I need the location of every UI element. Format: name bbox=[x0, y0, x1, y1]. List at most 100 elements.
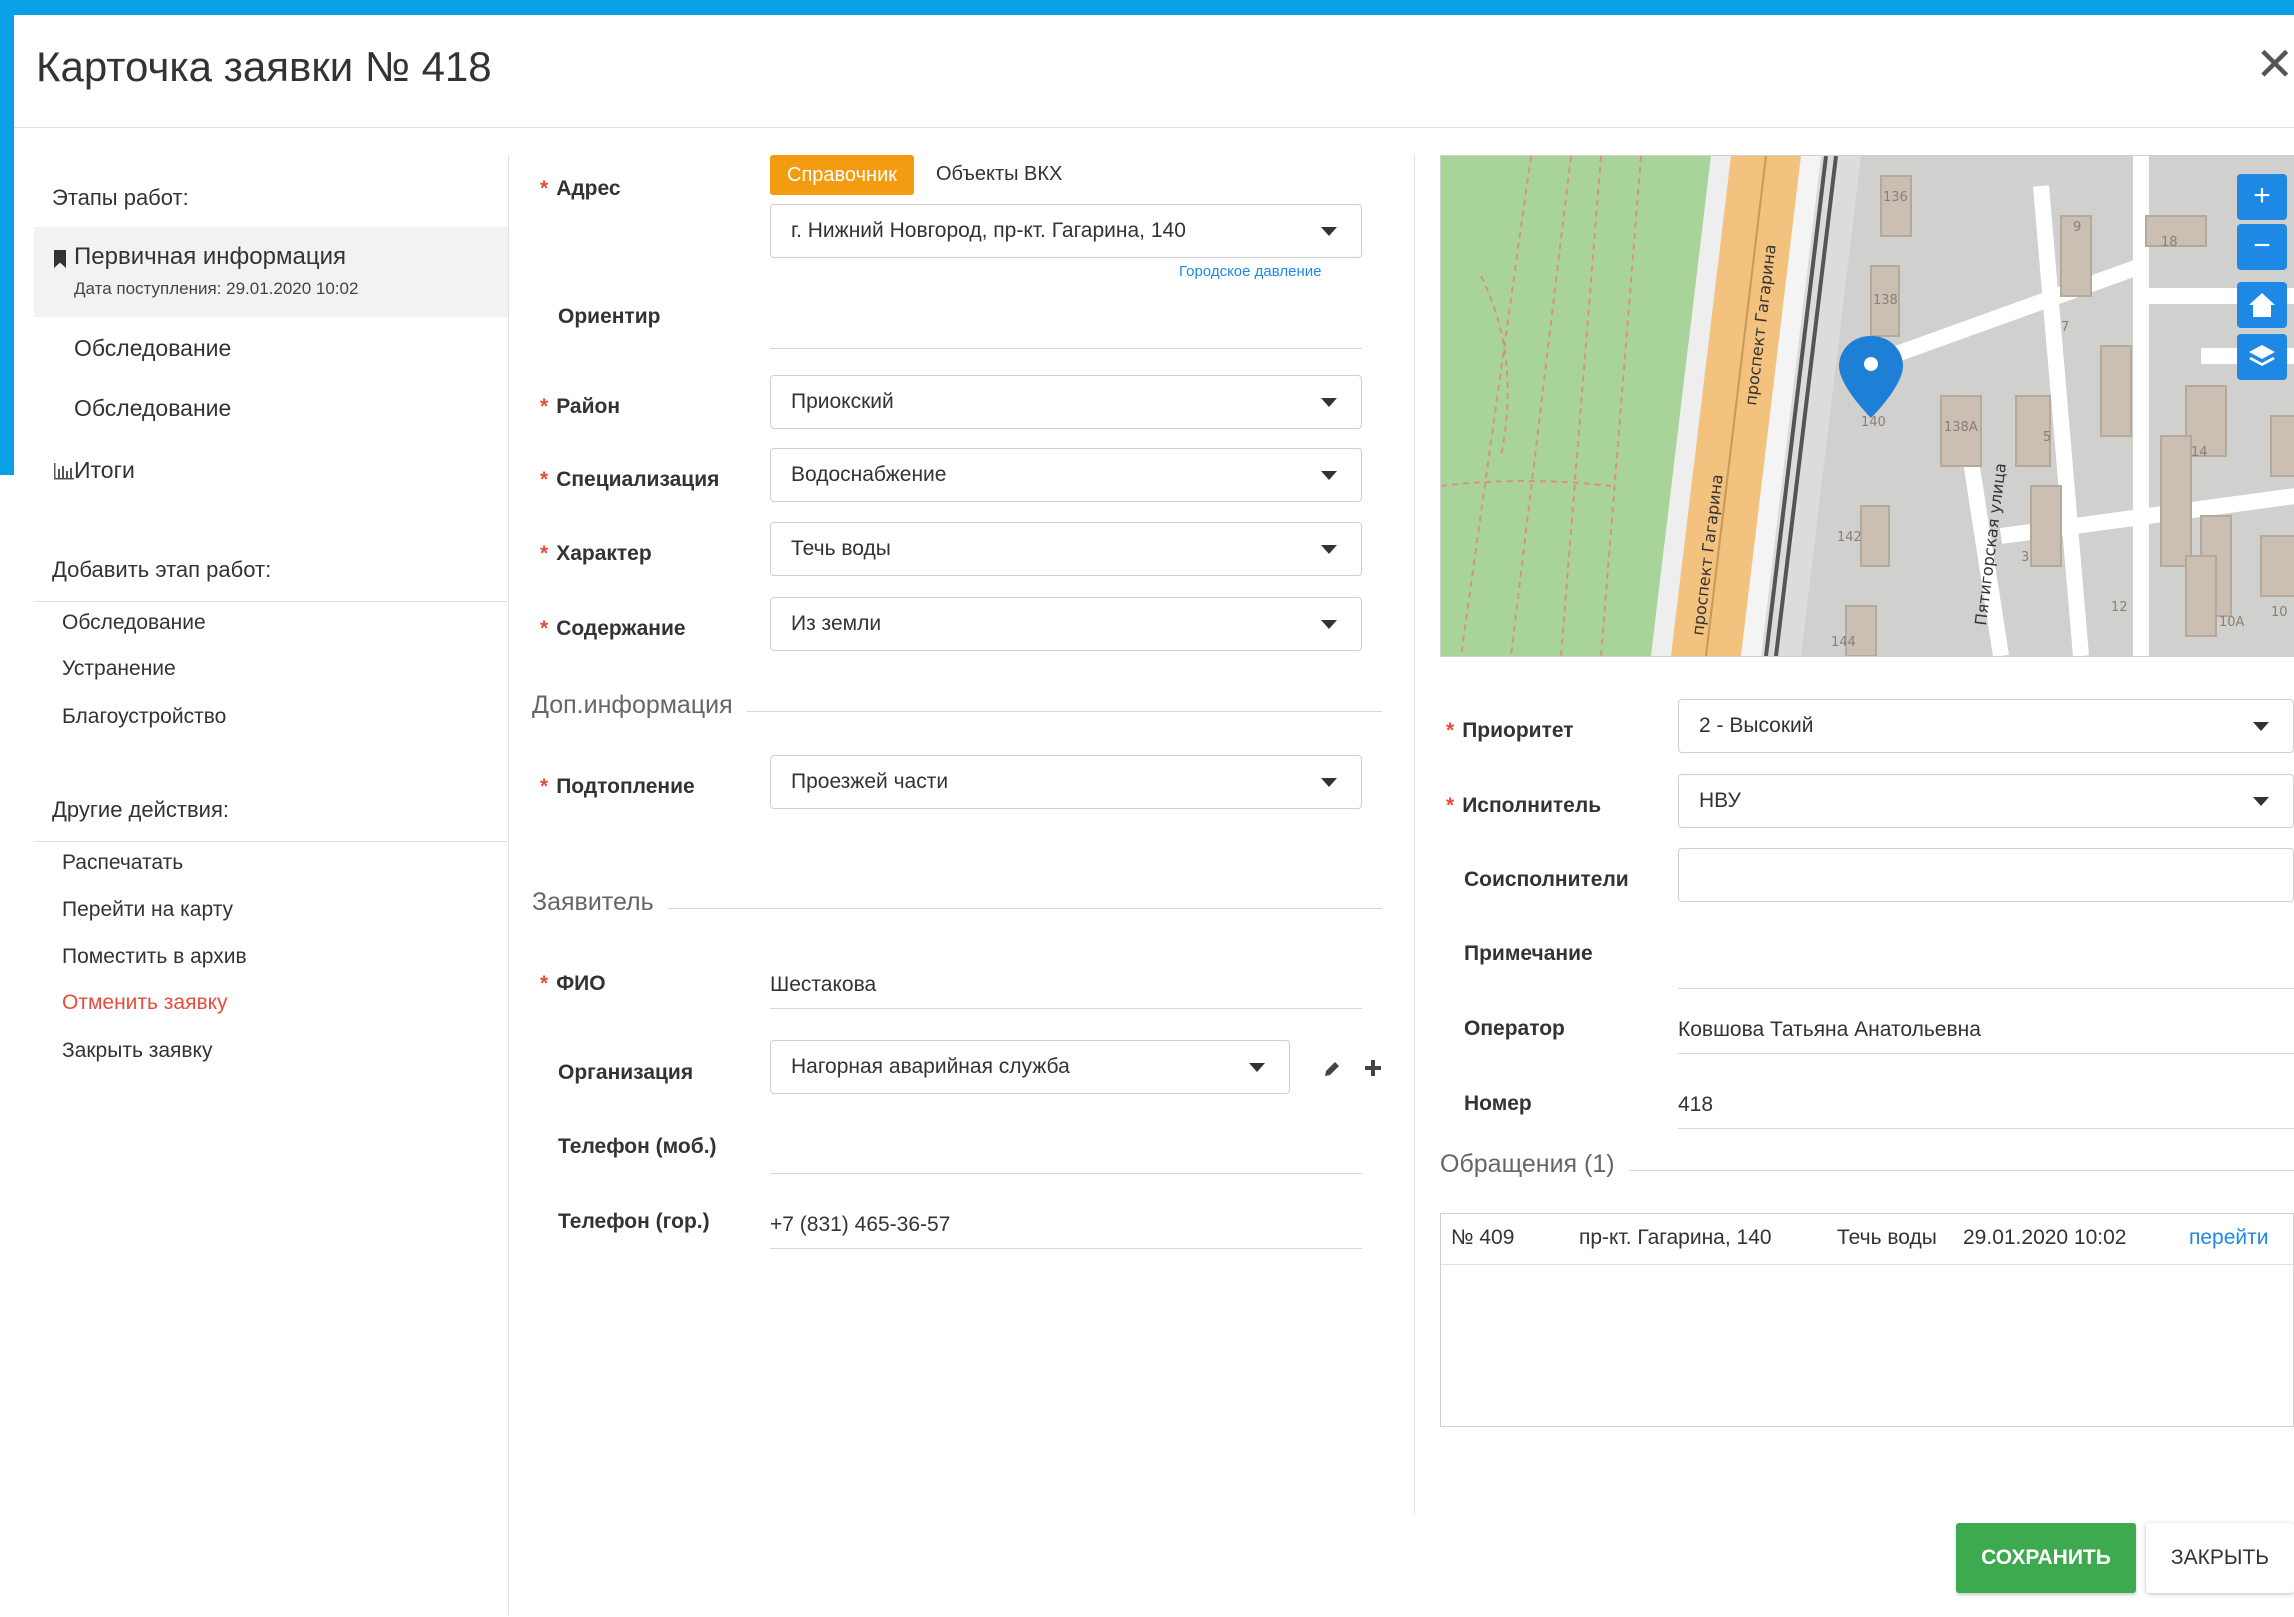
organization-select[interactable]: Нагорная аварийная служба bbox=[770, 1040, 1290, 1094]
appeals-list: № 409 пр-кт. Гагарина, 140 Течь воды 29.… bbox=[1440, 1213, 2294, 1427]
district-label: * Район bbox=[540, 395, 621, 418]
specialization-select[interactable]: Водоснабжение bbox=[770, 448, 1362, 502]
zoom-in-button[interactable]: + bbox=[2237, 174, 2287, 220]
fio-label: * ФИО bbox=[540, 972, 606, 995]
cancel-request-link[interactable]: Отменить заявку bbox=[62, 991, 228, 1015]
appeal-date: 29.01.2020 10:02 bbox=[1963, 1226, 2127, 1249]
house-label: 140 bbox=[1861, 415, 1886, 430]
add-stage-title: Добавить этап работ: bbox=[52, 557, 272, 582]
request-card-dialog: Карточка заявки № 418 ✕ Этапы работ: Пер… bbox=[14, 15, 2294, 1617]
top-accent-bar bbox=[0, 0, 2294, 15]
chevron-down-icon bbox=[1321, 398, 1337, 407]
tab-directory[interactable]: Справочник bbox=[770, 155, 914, 195]
character-label: * Характер bbox=[540, 542, 652, 565]
close-request-link[interactable]: Закрыть заявку bbox=[62, 1039, 212, 1063]
chevron-down-icon bbox=[2253, 722, 2269, 731]
specialization-label: * Специализация bbox=[540, 468, 720, 491]
city-phone-label: Телефон (гор.) bbox=[558, 1210, 710, 1233]
house-label: 136 bbox=[1883, 190, 1908, 205]
home-button[interactable] bbox=[2237, 282, 2287, 328]
appeal-number: № 409 bbox=[1451, 1226, 1515, 1249]
address-select[interactable]: г. Нижний Новгород, пр-кт. Гагарина, 140 bbox=[770, 204, 1362, 258]
mobile-phone-label: Телефон (моб.) bbox=[558, 1135, 717, 1158]
organization-label: Организация bbox=[558, 1061, 694, 1084]
go-to-map-link[interactable]: Перейти на карту bbox=[62, 898, 233, 922]
tab-wsc-objects[interactable]: Объекты ВКХ bbox=[936, 163, 1062, 186]
stage-survey-2[interactable]: Обследование bbox=[34, 391, 508, 431]
flooding-label: * Подтопление bbox=[540, 775, 695, 798]
district-select[interactable]: Приокский bbox=[770, 375, 1362, 429]
house-label: 10А bbox=[2219, 615, 2245, 630]
save-button[interactable]: СОХРАНИТЬ bbox=[1956, 1523, 2136, 1593]
stage-survey-1[interactable]: Обследование bbox=[34, 331, 508, 371]
number-label: Номер bbox=[1464, 1092, 1532, 1115]
other-actions-title: Другие действия: bbox=[52, 797, 229, 822]
dialog-header: Карточка заявки № 418 ✕ bbox=[14, 15, 2294, 128]
zoom-out-button[interactable]: − bbox=[2237, 224, 2287, 270]
city-pressure-link[interactable]: Городское давление bbox=[1179, 263, 1321, 280]
add-improvement-link[interactable]: Благоустройство bbox=[62, 705, 226, 729]
landmark-label: Ориентир bbox=[558, 305, 661, 328]
add-elimination-link[interactable]: Устранение bbox=[62, 657, 176, 681]
archive-link[interactable]: Поместить в архив bbox=[62, 945, 247, 969]
appeal-type: Течь воды bbox=[1837, 1226, 1937, 1249]
house-label: 5 bbox=[2043, 430, 2051, 445]
priority-label: * Приоритет bbox=[1446, 719, 1574, 742]
left-accent-bar bbox=[0, 15, 14, 475]
house-label: 3 bbox=[2021, 550, 2029, 565]
home-icon bbox=[2249, 293, 2275, 317]
map-view[interactable]: 136 138 140 142 144 138А 9 7 5 3 18 14 1… bbox=[1440, 155, 2294, 657]
chevron-down-icon bbox=[1321, 778, 1337, 787]
house-label: 138 bbox=[1873, 293, 1898, 308]
close-button[interactable]: ЗАКРЫТЬ bbox=[2146, 1523, 2294, 1593]
note-label: Примечание bbox=[1464, 942, 1593, 965]
stage-primary-info[interactable]: Первичная информация Дата поступления: 2… bbox=[34, 227, 508, 317]
house-label: 10 bbox=[2271, 605, 2288, 620]
character-select[interactable]: Течь воды bbox=[770, 522, 1362, 576]
layers-icon bbox=[2249, 345, 2275, 366]
column-divider bbox=[1414, 155, 1415, 1515]
operator-label: Оператор bbox=[1464, 1017, 1565, 1040]
house-label: 18 bbox=[2161, 235, 2178, 250]
coexecutors-label: Соисполнители bbox=[1464, 868, 1629, 891]
chevron-down-icon bbox=[2253, 797, 2269, 806]
pencil-icon[interactable] bbox=[1322, 1059, 1342, 1079]
sidebar: Этапы работ: Первичная информация Дата п… bbox=[34, 155, 509, 1615]
bookmark-icon bbox=[54, 250, 66, 268]
operator-value: Ковшова Татьяна Анатольевна bbox=[1678, 1010, 2294, 1054]
house-label: 7 bbox=[2061, 320, 2069, 335]
chevron-down-icon bbox=[1321, 620, 1337, 629]
flooding-select[interactable]: Проезжей части bbox=[770, 755, 1362, 809]
stages-title: Этапы работ: bbox=[52, 185, 189, 210]
print-link[interactable]: Распечатать bbox=[62, 851, 183, 875]
note-input[interactable] bbox=[1678, 945, 2294, 989]
add-survey-link[interactable]: Обследование bbox=[62, 611, 206, 635]
close-icon[interactable]: ✕ bbox=[2255, 37, 2294, 91]
plus-icon[interactable] bbox=[1364, 1059, 1382, 1077]
appeal-go-link[interactable]: перейти bbox=[2189, 1226, 2269, 1250]
content-select[interactable]: Из земли bbox=[770, 597, 1362, 651]
city-phone-input[interactable]: +7 (831) 465-36-57 bbox=[770, 1205, 1362, 1249]
left-gap bbox=[0, 475, 14, 1617]
stage-label: Обследование bbox=[74, 395, 232, 421]
executor-select[interactable]: НВУ bbox=[1678, 774, 2294, 828]
applicant-title: Заявитель bbox=[532, 888, 668, 917]
house-label: 142 bbox=[1837, 530, 1862, 545]
house-label: 144 bbox=[1831, 635, 1856, 650]
priority-select[interactable]: 2 - Высокий bbox=[1678, 699, 2294, 753]
house-label: 138А bbox=[1944, 420, 1978, 435]
mobile-phone-input[interactable] bbox=[770, 1130, 1362, 1174]
coexecutors-input[interactable] bbox=[1678, 848, 2294, 902]
chevron-down-icon bbox=[1321, 545, 1337, 554]
landmark-input[interactable] bbox=[770, 305, 1362, 349]
appeals-title: Обращения (1) bbox=[1440, 1150, 1629, 1179]
fio-input[interactable]: Шестакова bbox=[770, 965, 1362, 1009]
stage-results[interactable]: Итоги bbox=[34, 453, 508, 493]
table-row[interactable]: № 409 пр-кт. Гагарина, 140 Течь воды 29.… bbox=[1441, 1214, 2293, 1264]
divider bbox=[1441, 1264, 2293, 1265]
stage-label: Обследование bbox=[74, 335, 232, 361]
chevron-down-icon bbox=[1321, 471, 1337, 480]
layers-button[interactable] bbox=[2237, 334, 2287, 380]
content-label: * Содержание bbox=[540, 617, 686, 640]
house-label: 9 bbox=[2073, 220, 2081, 235]
